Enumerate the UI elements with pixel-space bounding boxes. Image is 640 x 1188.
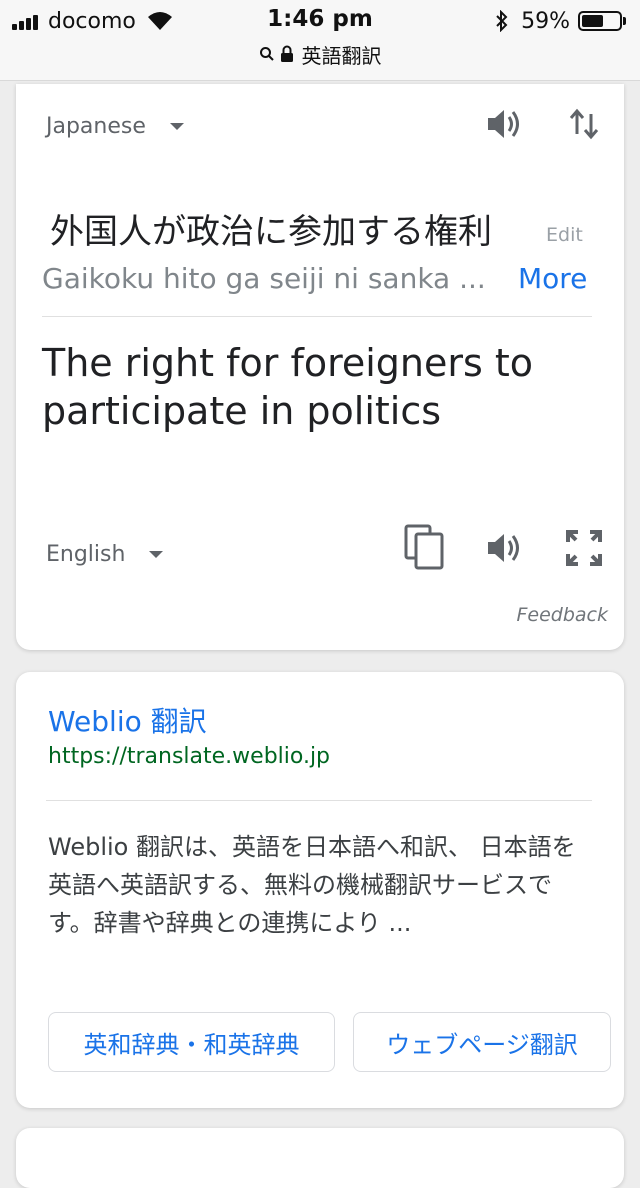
expand-icon[interactable] bbox=[564, 528, 604, 568]
divider bbox=[42, 316, 592, 317]
result-title-link[interactable]: Weblio 翻訳 bbox=[48, 700, 207, 740]
speaker-icon[interactable] bbox=[484, 528, 524, 568]
more-link[interactable]: More bbox=[518, 262, 587, 295]
url-text: 英語翻訳 bbox=[301, 43, 382, 68]
bluetooth-icon bbox=[496, 10, 508, 32]
result-snippet: Weblio 翻訳は、英語を日本語へ和訳、 日本語を英語へ英語訳する、無料の機械… bbox=[48, 833, 576, 937]
url-bar[interactable]: 英語翻訳 bbox=[0, 40, 640, 68]
target-language-selector[interactable]: English bbox=[46, 542, 164, 567]
dropdown-caret-icon bbox=[149, 551, 164, 558]
sitelink-chip[interactable]: 英和辞典・和英辞典 bbox=[48, 1012, 335, 1072]
status-right: 59% bbox=[495, 6, 626, 36]
battery-percent: 59% bbox=[521, 8, 570, 34]
translated-text: The right for foreigners to participate … bbox=[42, 341, 534, 433]
swap-languages-icon[interactable] bbox=[568, 104, 600, 144]
speaker-icon[interactable] bbox=[484, 104, 524, 144]
search-icon bbox=[259, 47, 274, 61]
edit-link[interactable]: Edit bbox=[546, 224, 583, 246]
result-url[interactable]: https://translate.weblio.jp bbox=[48, 744, 330, 769]
status-bar: docomo 1:46 pm 59% 英語翻訳 bbox=[0, 0, 640, 81]
feedback-link[interactable]: Feedback bbox=[516, 604, 608, 626]
source-language-label: Japanese bbox=[46, 114, 146, 139]
next-result-card bbox=[16, 1128, 624, 1188]
divider bbox=[46, 800, 592, 801]
dropdown-caret-icon bbox=[169, 123, 184, 130]
search-result-card: Weblio 翻訳 https://translate.weblio.jp We… bbox=[16, 672, 624, 1108]
sitelink-chip[interactable]: ウェブページ翻訳 bbox=[353, 1012, 611, 1072]
translate-card: Japanese 外国人が政治に参加する権利 Edit Gaikoku hito… bbox=[16, 84, 624, 650]
source-language-selector[interactable]: Japanese bbox=[46, 114, 184, 139]
battery-icon bbox=[578, 11, 622, 31]
target-language-label: English bbox=[46, 542, 126, 567]
source-text[interactable]: 外国人が政治に参加する権利 bbox=[50, 204, 492, 253]
romanization-text: Gaikoku hito ga seiji ni sanka ... bbox=[42, 262, 486, 295]
lock-icon bbox=[280, 45, 293, 62]
copy-icon[interactable] bbox=[402, 524, 448, 570]
